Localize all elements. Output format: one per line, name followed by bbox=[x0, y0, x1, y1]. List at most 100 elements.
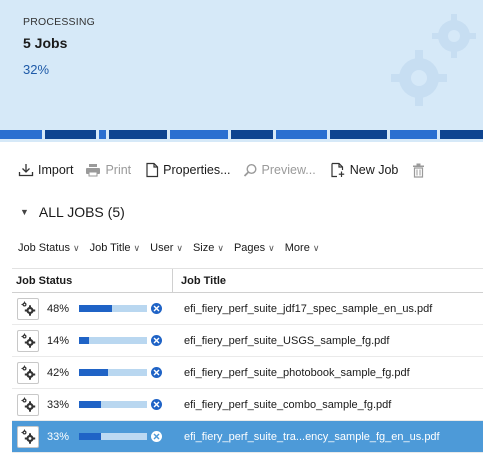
job-progress-bar bbox=[79, 369, 147, 376]
all-jobs-label: ALL JOBS (5) bbox=[38, 204, 125, 220]
filter-more[interactable]: More ∨ bbox=[285, 242, 320, 254]
table-row[interactable]: 42% efi_fiery_perf_suite_photobook_sampl… bbox=[12, 357, 483, 389]
job-progress-percent: 14% bbox=[47, 334, 70, 347]
new-document-icon bbox=[331, 162, 344, 178]
job-progress-percent: 33% bbox=[47, 430, 70, 443]
progress-strip-segment bbox=[276, 130, 327, 139]
table-row[interactable]: 33% efi_fiery_perf_suite_combo_sample_fg… bbox=[12, 389, 483, 421]
column-header-job-status[interactable]: Job Status bbox=[12, 275, 172, 287]
gear-icon bbox=[21, 397, 35, 412]
processing-job-count: 5 Jobs bbox=[23, 35, 68, 51]
cancel-job-button[interactable] bbox=[151, 335, 162, 346]
processing-percent: 32% bbox=[23, 62, 50, 77]
chevron-down-icon: ∨ bbox=[268, 242, 275, 253]
close-icon bbox=[153, 369, 160, 376]
cancel-job-button[interactable] bbox=[151, 367, 162, 378]
import-button[interactable]: Import bbox=[18, 156, 73, 184]
job-actions-button[interactable] bbox=[17, 425, 39, 448]
properties-button[interactable]: Properties... bbox=[145, 156, 231, 184]
job-progress-percent: 33% bbox=[47, 398, 70, 411]
job-progress-fill bbox=[79, 401, 102, 408]
progress-strip-segment bbox=[109, 130, 168, 139]
filter-job-title[interactable]: Job Title ∨ bbox=[90, 242, 141, 254]
import-icon bbox=[18, 164, 34, 177]
progress-strip-segment bbox=[170, 130, 228, 139]
job-progress-fill bbox=[79, 305, 112, 312]
close-icon bbox=[153, 433, 160, 440]
filter-job-status[interactable]: Job Status ∨ bbox=[18, 242, 80, 254]
gear-icon bbox=[21, 365, 35, 380]
job-title: efi_fiery_perf_suite_combo_sample_fg.pdf bbox=[184, 398, 392, 411]
print-label: Print bbox=[105, 163, 132, 177]
cancel-job-button[interactable] bbox=[151, 399, 162, 410]
cancel-job-button[interactable] bbox=[151, 303, 162, 314]
properties-label: Properties... bbox=[163, 163, 231, 177]
close-icon bbox=[153, 401, 160, 408]
collapse-caret-icon: ▼ bbox=[20, 207, 29, 217]
job-actions-button[interactable] bbox=[17, 329, 39, 352]
cancel-job-button[interactable] bbox=[151, 431, 162, 442]
preview-button[interactable]: Preview... bbox=[243, 156, 316, 184]
filter-label: Job Status bbox=[18, 242, 70, 254]
chevron-down-icon: ∨ bbox=[133, 242, 141, 253]
job-progress-bar bbox=[79, 305, 147, 312]
chevron-down-icon: ∨ bbox=[217, 242, 224, 253]
gear-icon bbox=[21, 333, 35, 348]
table-body: 48% efi_fiery_perf_suite_jdf17_spec_samp… bbox=[12, 293, 483, 453]
new-job-label: New Job bbox=[349, 163, 399, 177]
job-title: efi_fiery_perf_suite_jdf17_spec_sample_e… bbox=[184, 302, 433, 315]
close-icon bbox=[153, 305, 160, 312]
job-progress-fill bbox=[79, 433, 102, 440]
filter-label: Size bbox=[192, 242, 215, 254]
job-progress-fill bbox=[79, 337, 89, 344]
import-label: Import bbox=[38, 163, 74, 177]
filter-label: Job Title bbox=[89, 242, 131, 254]
chevron-down-icon: ∨ bbox=[176, 242, 183, 253]
job-actions-button[interactable] bbox=[17, 393, 39, 416]
print-icon bbox=[86, 164, 101, 177]
chevron-down-icon: ∨ bbox=[312, 242, 320, 253]
table-row[interactable]: 14% efi_fiery_perf_suite_USGS_sample_fg.… bbox=[12, 325, 483, 357]
delete-button[interactable] bbox=[412, 156, 429, 184]
job-progress-bar bbox=[79, 401, 147, 408]
job-actions-button[interactable] bbox=[17, 297, 39, 320]
column-header-job-title[interactable]: Job Title bbox=[172, 269, 483, 292]
progress-strip-segment bbox=[439, 130, 483, 139]
job-title: efi_fiery_perf_suite_photobook_sample_fg… bbox=[184, 366, 410, 379]
job-progress-percent: 48% bbox=[47, 302, 70, 315]
table-row[interactable]: 33% efi_fiery_perf_suite_tra...ency_samp… bbox=[12, 421, 483, 453]
processing-label: PROCESSING bbox=[23, 16, 96, 28]
job-actions-button[interactable] bbox=[17, 361, 39, 384]
progress-strip-segment bbox=[390, 130, 437, 139]
progress-strip-segment bbox=[45, 130, 96, 139]
progress-strip-segment bbox=[230, 130, 274, 139]
processing-panel: PROCESSING 5 Jobs 32% bbox=[0, 0, 483, 142]
print-button[interactable]: Print bbox=[85, 156, 131, 184]
jobs-table: Job Status Job Title 48% efi_fiery_perf_… bbox=[12, 268, 483, 453]
toolbar: Import Print Properties... Preview... Ne… bbox=[0, 156, 483, 184]
job-progress-bar bbox=[79, 433, 147, 440]
all-jobs-header[interactable]: ▼ ALL JOBS (5) bbox=[20, 204, 125, 220]
filter-label: More bbox=[284, 242, 310, 254]
table-row[interactable]: 48% efi_fiery_perf_suite_jdf17_spec_samp… bbox=[12, 293, 483, 325]
filter-bar: Job Status ∨ Job Title ∨ User ∨ Size ∨ Pages… bbox=[18, 242, 329, 254]
filter-pages[interactable]: Pages ∨ bbox=[234, 242, 275, 254]
job-progress-fill bbox=[79, 369, 108, 376]
filter-label: User bbox=[150, 242, 174, 254]
progress-strip-segment bbox=[329, 130, 388, 139]
job-title: efi_fiery_perf_suite_USGS_sample_fg.pdf bbox=[184, 334, 390, 347]
filter-user[interactable]: User ∨ bbox=[150, 242, 183, 254]
close-icon bbox=[153, 337, 160, 344]
gear-icon bbox=[21, 301, 35, 316]
preview-label: Preview... bbox=[261, 163, 316, 177]
gears-watermark-icon bbox=[391, 14, 476, 106]
table-header: Job Status Job Title bbox=[12, 268, 483, 293]
progress-strip-segment bbox=[98, 130, 107, 139]
filter-size[interactable]: Size ∨ bbox=[193, 242, 224, 254]
filter-label: Pages bbox=[233, 242, 266, 254]
gear-icon bbox=[21, 429, 35, 444]
document-icon bbox=[146, 162, 159, 178]
new-job-button[interactable]: New Job bbox=[330, 156, 399, 184]
job-progress-percent: 42% bbox=[47, 366, 70, 379]
job-progress-bar bbox=[79, 337, 147, 344]
